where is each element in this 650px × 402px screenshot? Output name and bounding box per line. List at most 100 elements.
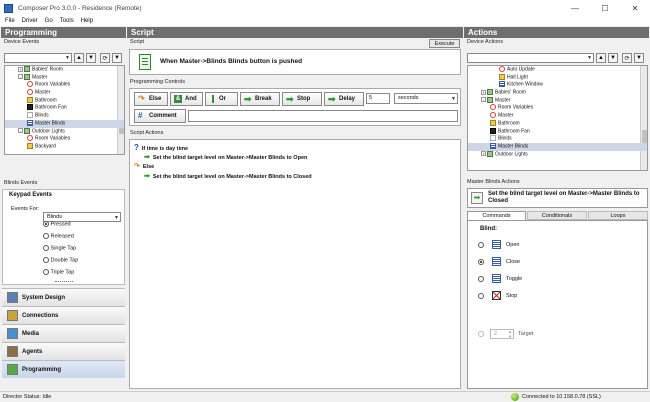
expand-toggle[interactable]: + (481, 151, 486, 157)
splitter-grip[interactable] (55, 281, 73, 282)
radio-button[interactable] (43, 269, 49, 275)
tree-item[interactable]: Blinds (5, 112, 124, 120)
tree-item[interactable]: Bathroom (5, 96, 124, 105)
tree-item[interactable]: + Babies' Room (5, 66, 124, 74)
up-arrow-button[interactable]: ▲ (596, 53, 606, 63)
script-action-line[interactable]: ➡ Set the blind target level on Master->M… (144, 172, 312, 180)
tree-item[interactable]: - Master (468, 96, 647, 105)
blind-command-option[interactable]: Stop (478, 291, 517, 300)
radio-button[interactable] (478, 275, 484, 282)
menu-help[interactable]: Help (81, 18, 93, 24)
break-button[interactable]: ➡ Break (240, 92, 280, 106)
script-actions-box[interactable]: ? If time is day time ➡ Set the blind targe… (129, 139, 461, 389)
tree-item[interactable]: Hall Light (468, 73, 647, 82)
tree-item[interactable]: Room Variables (5, 81, 124, 89)
and-button[interactable]: & And (170, 92, 203, 106)
target-radio[interactable] (478, 331, 484, 337)
tree-item[interactable]: + Babies' Room (468, 89, 647, 97)
tree-item[interactable]: Backyard (5, 142, 124, 151)
maximize-button[interactable]: ☐ (590, 0, 620, 16)
else-button[interactable]: ↷ Else (134, 92, 168, 106)
close-button[interactable]: ✕ (620, 0, 650, 16)
menu-bar: File Driver Go Tools Help (0, 16, 650, 26)
radio-button[interactable] (478, 258, 484, 265)
radio-button[interactable] (43, 245, 49, 251)
tree-item[interactable]: Bathroom Fan (5, 104, 124, 112)
nav-button[interactable]: Programming (2, 360, 125, 378)
expand-toggle[interactable]: + (481, 89, 486, 95)
device-actions-tree[interactable]: Auto Update Hall Light Kitchen Window + Babi… (467, 65, 648, 171)
delay-button[interactable]: ➡ Delay (324, 92, 364, 106)
tree-item[interactable]: Bathroom Fan (468, 127, 647, 136)
tab-commands[interactable]: Commands (467, 211, 526, 220)
blinds-icon (492, 240, 501, 249)
tree-item[interactable]: - Outdoor Lights (5, 127, 124, 136)
radio-button[interactable] (478, 241, 484, 248)
blind-command-option[interactable]: Open (478, 240, 519, 249)
comment-button[interactable]: # Comment (134, 109, 186, 123)
filter-icon[interactable]: ▼ (112, 53, 122, 63)
refresh-icon[interactable]: ⟳ (622, 53, 632, 63)
script-action-line[interactable]: ➡ Set the blind target level on Master->M… (144, 153, 307, 161)
nav-button[interactable]: System Design (2, 288, 125, 306)
nav-button[interactable]: Connections (2, 306, 125, 324)
event-radio-option[interactable]: Triple Tap (43, 269, 74, 275)
fan-icon (490, 127, 496, 134)
tab-loops[interactable]: Loops (588, 211, 648, 220)
expand-toggle[interactable]: - (18, 128, 23, 133)
menu-file[interactable]: File (5, 18, 15, 24)
event-radio-option[interactable]: Double Tap (43, 257, 78, 263)
refresh-icon[interactable]: ⟳ (100, 53, 110, 63)
event-radio-option[interactable]: Released (43, 233, 74, 239)
execute-button[interactable]: Execute (429, 39, 460, 48)
radio-button[interactable] (43, 221, 49, 227)
script-action-line[interactable]: ? If time is day time (134, 143, 188, 152)
minimize-button[interactable]: — (560, 0, 590, 16)
tree-item[interactable]: Room Variables (5, 135, 124, 143)
device-actions-search[interactable]: ▼ (467, 53, 594, 63)
device-events-search[interactable]: ▼ (4, 53, 72, 63)
blind-command-option[interactable]: Toggle (478, 274, 522, 283)
tree-item[interactable]: Master (5, 89, 124, 97)
stop-button[interactable]: ➡ Stop (282, 92, 322, 106)
target-stepper[interactable]: 2 ▲ ▼ (490, 329, 514, 339)
tree-item[interactable]: Master (468, 112, 647, 120)
menu-driver[interactable]: Driver (22, 18, 38, 24)
tree-item[interactable]: Master Blinds (468, 142, 647, 151)
expand-toggle[interactable]: - (481, 97, 486, 103)
blind-command-option[interactable]: Close (478, 257, 520, 266)
chevron-down-icon: ▼ (114, 215, 119, 221)
device-events-tree[interactable]: + Babies' Room - Master Room Variables Master… (4, 65, 125, 155)
event-radio-option[interactable]: Pressed (43, 221, 71, 227)
menu-tools[interactable]: Tools (60, 18, 74, 24)
tree-item[interactable]: Bathroom (468, 119, 647, 128)
nav-button[interactable]: Media (2, 324, 125, 342)
add-action-button[interactable]: ➡ (471, 192, 483, 204)
nav-button[interactable]: Agents (2, 342, 125, 360)
radio-button[interactable] (43, 233, 49, 239)
tree-item[interactable]: Room Variables (468, 104, 647, 112)
down-arrow-button[interactable]: ▼ (608, 53, 618, 63)
tree-item[interactable]: Kitchen Window (468, 81, 647, 89)
delay-value-input[interactable]: 5 (366, 93, 390, 104)
expand-toggle[interactable]: - (18, 74, 23, 80)
tab-conditionals[interactable]: Conditionals (527, 211, 587, 220)
expand-toggle[interactable]: + (18, 66, 23, 72)
radio-button[interactable] (478, 292, 484, 299)
tree-item[interactable]: Master Blinds (5, 119, 124, 128)
filter-icon[interactable]: ▼ (634, 53, 644, 63)
radio-button[interactable] (43, 257, 49, 263)
event-radio-option[interactable]: Single Tap (43, 245, 76, 251)
script-action-line[interactable]: ↷ Else (134, 162, 154, 170)
down-arrow-button[interactable]: ▼ (86, 53, 96, 63)
or-button[interactable]: Or (205, 92, 238, 106)
tree-item-label: Master Blinds (498, 143, 529, 150)
menu-go[interactable]: Go (45, 18, 53, 24)
up-arrow-button[interactable]: ▲ (74, 53, 84, 63)
comment-input[interactable] (188, 110, 458, 122)
tree-item[interactable]: Auto Update (468, 66, 647, 74)
tree-item[interactable]: - Master (5, 73, 124, 82)
delay-unit-select[interactable]: seconds ▼ (394, 93, 458, 104)
tree-item[interactable]: Blinds (468, 135, 647, 143)
tree-item[interactable]: + Outdoor Lights (468, 150, 647, 159)
